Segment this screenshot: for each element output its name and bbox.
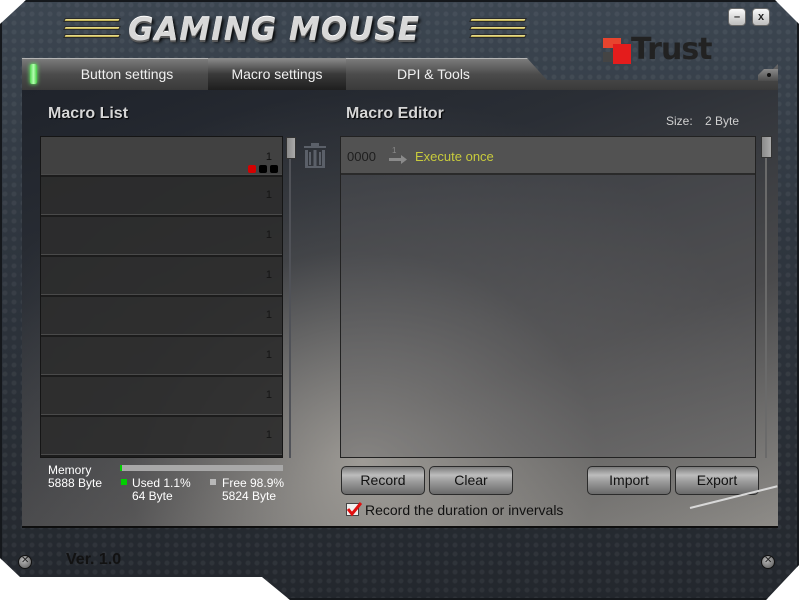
macro-editor-list: 0000 1 Execute once: [340, 136, 756, 458]
macro-list-title: Macro List: [48, 105, 129, 122]
macro-list-item[interactable]: 1: [41, 417, 282, 457]
execute-once-arrow-icon: 1: [389, 146, 407, 164]
macro-editor-title: Macro Editor: [346, 105, 444, 122]
macro-item-number: 1: [265, 151, 272, 163]
memory-usage-fill: [120, 465, 123, 471]
macro-item-number: 1: [265, 309, 272, 321]
macro-editor-scroll-thumb[interactable]: [761, 136, 772, 158]
version-label: Ver. 1.0: [66, 551, 122, 568]
tab-button-settings[interactable]: Button settings: [46, 58, 208, 90]
free-bytes: 5824 Byte: [222, 489, 277, 503]
tab-dpi-tools[interactable]: DPI & Tools: [346, 58, 521, 90]
used-legend-icon: [121, 479, 127, 485]
export-button[interactable]: Export: [675, 466, 759, 495]
macro-list-item[interactable]: 1: [41, 177, 282, 217]
macro-list-item[interactable]: 1: [41, 137, 282, 177]
memory-label: Memory 5888 Byte: [48, 464, 102, 490]
free-legend-icon: [210, 479, 216, 485]
memory-usage-bar: [120, 465, 283, 471]
macro-item-number: 1: [265, 189, 272, 201]
brand-name: Trust: [631, 32, 713, 67]
import-button[interactable]: Import: [587, 466, 671, 495]
clear-button[interactable]: Clear: [429, 466, 513, 495]
macro-list-item[interactable]: 1: [41, 217, 282, 257]
screw-icon: [761, 555, 775, 569]
free-legend: Free 98.9% 5824 Byte: [222, 477, 284, 503]
macro-list-scrollbar[interactable]: [289, 138, 291, 458]
record-duration-checkbox[interactable]: [346, 502, 362, 517]
record-duration-label: Record the duration or invervals: [365, 502, 564, 518]
used-bytes: 64 Byte: [132, 489, 173, 503]
indicator-dot-icon: [259, 165, 267, 173]
macro-list-item[interactable]: 1: [41, 377, 282, 417]
memory-total: 5888 Byte: [48, 476, 103, 490]
trust-logo-icon: [603, 38, 631, 64]
status-led-icon: [30, 64, 37, 84]
checkmark-icon: [346, 502, 362, 517]
trust-logo: Trust: [603, 32, 723, 68]
indicator-dot-icon: [270, 165, 278, 173]
used-legend: Used 1.1% 64 Byte: [132, 477, 191, 503]
title-stripes-right: [469, 18, 527, 44]
macro-editor-row[interactable]: 0000 1 Execute once: [341, 137, 755, 175]
macro-item-number: 1: [265, 429, 272, 441]
macro-item-number: 1: [265, 349, 272, 361]
macro-list-item[interactable]: 1: [41, 297, 282, 337]
indicator-dot-icon: [248, 165, 256, 173]
macro-step-command: Execute once: [415, 149, 494, 164]
macro-item-indicators: [248, 165, 278, 173]
macro-list-item[interactable]: 1: [41, 257, 282, 297]
size-label: Size:: [666, 114, 693, 128]
macro-list-item[interactable]: 1: [41, 337, 282, 377]
macro-list: 1 1 1 1 1 1 1 1: [40, 136, 283, 458]
minimize-button[interactable]: –: [728, 8, 746, 26]
macro-item-number: 1: [265, 389, 272, 401]
title-stripes-left: [63, 18, 121, 44]
macro-item-number: 1: [265, 229, 272, 241]
screw-icon: [18, 555, 32, 569]
macro-list-scroll-thumb[interactable]: [286, 137, 296, 159]
tab-macro-settings[interactable]: Macro settings: [208, 58, 346, 90]
close-button[interactable]: x: [752, 8, 770, 26]
svg-text:1: 1: [392, 146, 397, 155]
macro-editor-scrollbar[interactable]: [765, 140, 767, 458]
macro-item-number: 1: [265, 269, 272, 281]
record-button[interactable]: Record: [341, 466, 425, 495]
app-title: GAMING MOUSE: [128, 12, 420, 48]
size-value: 2 Byte: [705, 114, 740, 128]
macro-step-address: 0000: [347, 149, 376, 164]
trash-icon[interactable]: [302, 142, 328, 170]
